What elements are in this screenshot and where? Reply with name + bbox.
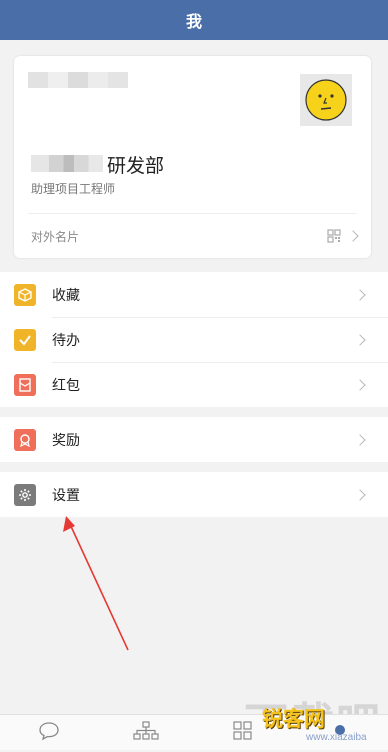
menu-item-favorites[interactable]: 收藏: [0, 272, 388, 317]
blurred-department-prefix: [31, 155, 103, 172]
menu-group-favorites: 收藏 待办 红包: [0, 272, 388, 407]
external-card-label: 对外名片: [31, 229, 80, 244]
award-icon: [14, 428, 36, 451]
chevron-right-icon: [354, 288, 366, 301]
menu-item-label: 收藏: [52, 286, 80, 303]
gear-icon: [14, 483, 36, 506]
profile-card[interactable]: 研发部 助理项目工程师 对外名片: [14, 56, 371, 258]
box-icon: [14, 283, 36, 306]
department-name: 研发部: [107, 156, 165, 177]
menu-group-rewards: 奖励: [0, 417, 388, 462]
chevron-right-icon: [347, 230, 359, 242]
blurred-user-name: [28, 72, 128, 88]
chevron-right-icon: [354, 378, 366, 391]
menu-item-todo[interactable]: 待办: [0, 317, 388, 362]
tab-contacts[interactable]: [97, 715, 194, 750]
top-bar: 我: [0, 0, 388, 40]
menu-item-rewards[interactable]: 奖励: [0, 417, 388, 462]
job-title: 助理项目工程师: [31, 182, 116, 196]
page-title: 我: [185, 14, 202, 31]
menu-item-label: 设置: [52, 486, 80, 503]
chat-bubble-icon: [38, 722, 59, 741]
avatar[interactable]: [300, 74, 352, 126]
tab-messages[interactable]: [0, 715, 97, 750]
site-logo-watermark: 锐客网: [262, 708, 325, 731]
grid-apps-icon: [232, 721, 252, 740]
red-envelope-icon: [14, 373, 36, 396]
org-chart-icon: [132, 721, 159, 740]
check-icon: [14, 328, 36, 351]
face-avatar-icon: [305, 79, 347, 121]
chevron-right-icon: [354, 433, 366, 446]
external-card-row[interactable]: 对外名片: [14, 214, 371, 258]
menu-item-red-envelope[interactable]: 红包: [0, 362, 388, 407]
menu-item-label: 奖励: [52, 431, 80, 448]
chevron-right-icon: [354, 488, 366, 501]
chevron-right-icon: [354, 333, 366, 346]
menu-item-settings[interactable]: 设置: [0, 472, 388, 517]
qr-code-icon: [327, 229, 341, 243]
menu-group-settings: 设置: [0, 472, 388, 517]
site-url-watermark: www.xiazaiba: [306, 732, 367, 743]
menu-item-label: 待办: [52, 331, 80, 348]
menu-item-label: 红包: [52, 376, 80, 393]
